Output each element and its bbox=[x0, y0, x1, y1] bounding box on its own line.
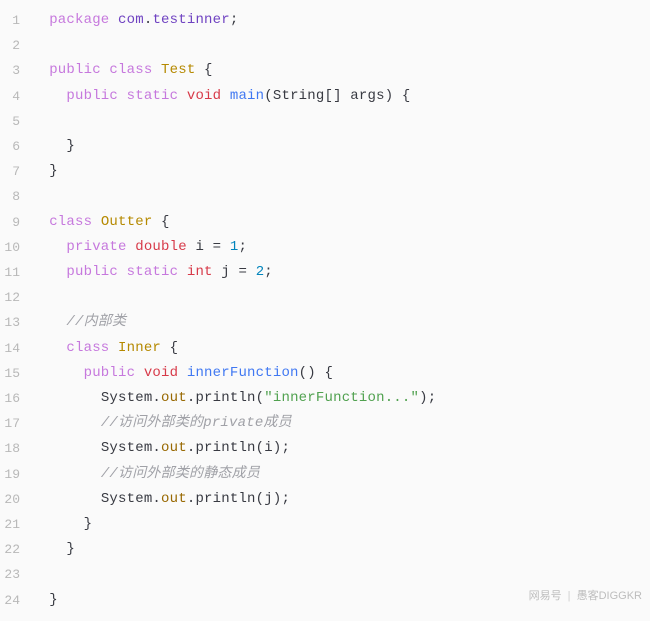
code-line: 6 } bbox=[0, 134, 650, 159]
line-number: 4 bbox=[0, 84, 32, 109]
code-line: 1 package com.testinner; bbox=[0, 8, 650, 33]
line-number: 3 bbox=[0, 58, 32, 83]
line-number: 8 bbox=[0, 184, 32, 209]
code-line: 17 //访问外部类的private成员 bbox=[0, 411, 650, 436]
line-number: 16 bbox=[0, 386, 32, 411]
line-number: 23 bbox=[0, 562, 32, 587]
code-content: //内部类 bbox=[32, 310, 126, 335]
code-line: 18 System.out.println(i); bbox=[0, 436, 650, 461]
line-number: 24 bbox=[0, 588, 32, 613]
code-line: 23 bbox=[0, 562, 650, 587]
code-line: 4 public static void main(String[] args)… bbox=[0, 84, 650, 109]
code-content: } bbox=[32, 588, 58, 613]
code-content: //访问外部类的private成员 bbox=[32, 411, 292, 436]
code-line: 20 System.out.println(j); bbox=[0, 487, 650, 512]
line-number: 11 bbox=[0, 260, 32, 285]
line-number: 19 bbox=[0, 462, 32, 487]
line-number: 5 bbox=[0, 109, 32, 134]
code-line: 19 //访问外部类的静态成员 bbox=[0, 462, 650, 487]
code-line: 3 public class Test { bbox=[0, 58, 650, 83]
code-line: 13 //内部类 bbox=[0, 310, 650, 335]
code-line: 12 bbox=[0, 285, 650, 310]
code-line: 10 private double i = 1; bbox=[0, 235, 650, 260]
code-content: package com.testinner; bbox=[32, 8, 238, 33]
code-line: 22 } bbox=[0, 537, 650, 562]
code-line: 9 class Outter { bbox=[0, 210, 650, 235]
code-content: public class Test { bbox=[32, 58, 213, 83]
code-line: 5 bbox=[0, 109, 650, 134]
line-number: 14 bbox=[0, 336, 32, 361]
watermark-left: 网易号 bbox=[529, 590, 562, 602]
code-content: class Outter { bbox=[32, 210, 170, 235]
code-content: } bbox=[32, 159, 58, 184]
code-line: 14 class Inner { bbox=[0, 336, 650, 361]
line-number: 17 bbox=[0, 411, 32, 436]
line-number: 20 bbox=[0, 487, 32, 512]
line-number: 9 bbox=[0, 210, 32, 235]
line-number: 15 bbox=[0, 361, 32, 386]
line-number: 21 bbox=[0, 512, 32, 537]
code-content: } bbox=[32, 512, 92, 537]
line-number: 1 bbox=[0, 8, 32, 33]
watermark: 网易号 | 愚客DIGGKR bbox=[529, 587, 642, 603]
line-number: 6 bbox=[0, 134, 32, 159]
line-number: 2 bbox=[0, 33, 32, 58]
watermark-sep: | bbox=[568, 590, 571, 602]
code-content: System.out.println(i); bbox=[32, 436, 290, 461]
code-line: 21 } bbox=[0, 512, 650, 537]
code-line: 2 bbox=[0, 33, 650, 58]
code-content: System.out.println("innerFunction..."); bbox=[32, 386, 436, 411]
line-number: 18 bbox=[0, 436, 32, 461]
code-content: System.out.println(j); bbox=[32, 487, 290, 512]
code-content: } bbox=[32, 537, 75, 562]
code-line: 16 System.out.println("innerFunction..."… bbox=[0, 386, 650, 411]
code-line: 15 public void innerFunction() { bbox=[0, 361, 650, 386]
watermark-right: 愚客DIGGKR bbox=[577, 590, 642, 602]
code-content: public void innerFunction() { bbox=[32, 361, 333, 386]
line-number: 7 bbox=[0, 159, 32, 184]
code-line: 8 bbox=[0, 184, 650, 209]
code-content: private double i = 1; bbox=[32, 235, 247, 260]
line-number: 12 bbox=[0, 285, 32, 310]
code-content: class Inner { bbox=[32, 336, 178, 361]
code-block: 1 package com.testinner;23 public class … bbox=[0, 0, 650, 621]
line-number: 10 bbox=[0, 235, 32, 260]
code-content: } bbox=[32, 134, 75, 159]
line-number: 22 bbox=[0, 537, 32, 562]
code-content: public static void main(String[] args) { bbox=[32, 84, 411, 109]
line-number: 13 bbox=[0, 310, 32, 335]
code-line: 7 } bbox=[0, 159, 650, 184]
code-content: //访问外部类的静态成员 bbox=[32, 462, 260, 487]
code-content: public static int j = 2; bbox=[32, 260, 273, 285]
code-line: 11 public static int j = 2; bbox=[0, 260, 650, 285]
